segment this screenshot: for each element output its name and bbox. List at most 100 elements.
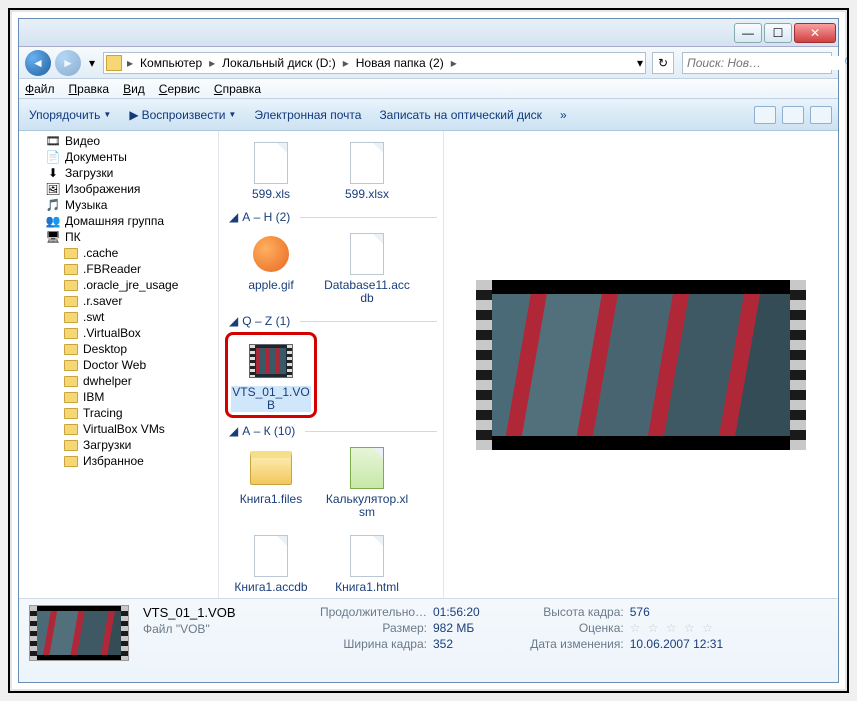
minimize-button[interactable]: — — [734, 23, 762, 43]
sidebar-item[interactable]: Desktop — [19, 341, 218, 357]
sidebar-item-label: .swt — [83, 310, 104, 324]
sidebar-item-label: IBM — [83, 390, 104, 404]
file-item[interactable]: VTS_01_1.VOB — [225, 332, 317, 418]
sidebar-item[interactable]: Doctor Web — [19, 357, 218, 373]
sidebar-item[interactable]: dwhelper — [19, 373, 218, 389]
file-item[interactable]: Калькулятор.xlsm — [321, 442, 413, 522]
sidebar-item[interactable]: 🎞Видео — [19, 133, 218, 149]
maximize-button[interactable]: ☐ — [764, 23, 792, 43]
sidebar-item[interactable]: 🖼Изображения — [19, 181, 218, 197]
chevron-right-icon[interactable]: ▸ — [340, 56, 352, 70]
toolbar-overflow[interactable]: » — [556, 106, 571, 124]
file-icon — [344, 533, 390, 579]
email-button[interactable]: Электронная почта — [250, 106, 365, 124]
sidebar-item-label: dwhelper — [83, 374, 132, 388]
sidebar-item[interactable]: .FBReader — [19, 261, 218, 277]
file-item[interactable]: 599.xls — [225, 137, 317, 204]
nav-history-dropdown[interactable]: ▾ — [85, 52, 99, 74]
details-value: 576 — [630, 605, 650, 619]
file-item[interactable]: Книга1.files — [225, 442, 317, 522]
menu-help[interactable]: Справка — [214, 82, 261, 96]
breadcrumb-dropdown-icon[interactable]: ▾ — [637, 56, 643, 70]
sidebar-item[interactable]: .oracle_jre_usage — [19, 277, 218, 293]
file-list[interactable]: 599.xls 599.xlsx ◢ А – Н (2) apple.gif Datab… — [219, 131, 444, 598]
menu-edit[interactable]: Правка — [69, 82, 110, 96]
breadcrumb-item[interactable]: Компьютер — [138, 56, 204, 70]
file-icon — [248, 231, 294, 277]
details-value: 982 МБ — [433, 621, 474, 635]
menu-tools[interactable]: Сервис — [159, 82, 200, 96]
sidebar-item[interactable]: .VirtualBox — [19, 325, 218, 341]
breadcrumb-item[interactable]: Новая папка (2) — [354, 56, 446, 70]
sidebar-item-label: .VirtualBox — [83, 326, 141, 340]
sidebar-item[interactable]: VirtualBox VMs — [19, 421, 218, 437]
sidebar-item[interactable]: 🎵Музыка — [19, 197, 218, 213]
sidebar-item[interactable]: IBM — [19, 389, 218, 405]
back-button[interactable]: ◄ — [25, 50, 51, 76]
sidebar-item[interactable]: 📄Документы — [19, 149, 218, 165]
file-label: apple.gif — [248, 279, 293, 292]
details-label: Ширина кадра: — [297, 637, 427, 651]
file-label: Калькулятор.xlsm — [324, 493, 410, 519]
play-button[interactable]: ▶Воспроизвести ▼ — [125, 106, 240, 124]
group-header[interactable]: ◢ А – Н (2) — [229, 210, 437, 224]
sidebar-item-label: Doctor Web — [83, 358, 146, 372]
sidebar-item[interactable]: Tracing — [19, 405, 218, 421]
help-button[interactable] — [810, 106, 832, 124]
view-button[interactable] — [754, 106, 776, 124]
sidebar-item[interactable]: 🖥ПК — [19, 229, 218, 245]
sidebar-item[interactable]: ⬇Загрузки — [19, 165, 218, 181]
details-label: Оценка: — [494, 621, 624, 635]
menu-file[interactable]: Файл — [25, 82, 55, 96]
sidebar-item[interactable]: .swt — [19, 309, 218, 325]
sidebar-item[interactable]: Избранное — [19, 453, 218, 469]
organize-button[interactable]: Упорядочить ▼ — [25, 106, 115, 124]
file-item[interactable]: Книга1.html — [321, 530, 413, 597]
sidebar-item-label: Домашняя группа — [65, 214, 164, 228]
search-box[interactable]: 🔍 — [682, 52, 832, 74]
file-item[interactable]: apple.gif — [225, 228, 317, 308]
search-input[interactable] — [687, 56, 844, 70]
details-label: Дата изменения: — [494, 637, 624, 651]
file-item[interactable]: Книга1.accdb — [225, 530, 317, 597]
forward-button[interactable]: ► — [55, 50, 81, 76]
breadcrumb-item[interactable]: Локальный диск (D:) — [220, 56, 338, 70]
sidebar-item[interactable]: .r.saver — [19, 293, 218, 309]
burn-button[interactable]: Записать на оптический диск — [375, 106, 546, 124]
sidebar-item-label: Изображения — [65, 182, 140, 196]
folder-icon — [63, 454, 79, 468]
file-label: Книга1.files — [240, 493, 302, 506]
file-item[interactable]: 599.xlsx — [321, 137, 413, 204]
chevron-right-icon[interactable]: ▸ — [206, 56, 218, 70]
sidebar[interactable]: 🎞Видео📄Документы⬇Загрузки🖼Изображения🎵Му… — [19, 131, 219, 598]
file-label: VTS_01_1.VOB — [231, 386, 311, 412]
folder-icon — [63, 422, 79, 436]
file-label: Книга1.html — [335, 581, 399, 594]
details-title: VTS_01_1.VOB — [143, 605, 283, 620]
file-icon — [344, 445, 390, 491]
group-header[interactable]: ◢ Q – Z (1) — [229, 314, 437, 328]
menu-view[interactable]: Вид — [123, 82, 145, 96]
sidebar-item[interactable]: Загрузки — [19, 437, 218, 453]
refresh-button[interactable]: ↻ — [652, 52, 674, 74]
group-header[interactable]: ◢ А – К (10) — [229, 424, 437, 438]
sidebar-item[interactable]: 👥Домашняя группа — [19, 213, 218, 229]
file-icon — [344, 231, 390, 277]
file-item[interactable]: Database11.accdb — [321, 228, 413, 308]
details-label: Высота кадра: — [494, 605, 624, 619]
file-icon — [344, 140, 390, 186]
details-value: 01:56:20 — [433, 605, 480, 619]
sidebar-item-label: VirtualBox VMs — [83, 422, 165, 436]
file-icon — [248, 445, 294, 491]
folder-icon — [63, 406, 79, 420]
sidebar-item[interactable]: .cache — [19, 245, 218, 261]
rating-stars[interactable]: ☆ ☆ ☆ ☆ ☆ — [630, 621, 715, 635]
chevron-right-icon[interactable]: ▸ — [448, 56, 460, 70]
explorer-window: — ☐ ✕ ◄ ► ▾ ▸ Компьютер ▸ Локальный диск… — [18, 18, 839, 683]
breadcrumb[interactable]: ▸ Компьютер ▸ Локальный диск (D:) ▸ Нова… — [103, 52, 646, 74]
file-label: 599.xls — [252, 188, 290, 201]
close-button[interactable]: ✕ — [794, 23, 836, 43]
preview-pane-button[interactable] — [782, 106, 804, 124]
folder-icon — [63, 342, 79, 356]
chevron-right-icon[interactable]: ▸ — [124, 56, 136, 70]
